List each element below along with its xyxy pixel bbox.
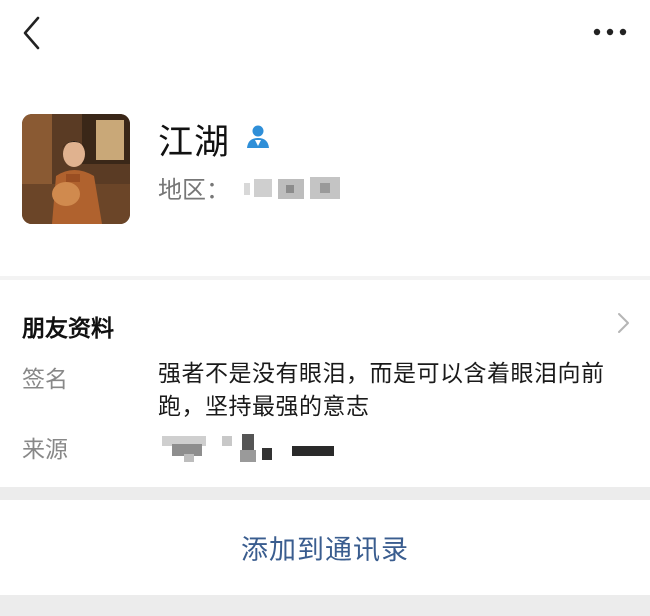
profile-card: 江湖 地区： (0, 100, 650, 250)
bottom-band (0, 595, 650, 616)
chevron-right-icon (618, 313, 629, 333)
signature-label: 签名 (22, 367, 68, 393)
avatar[interactable] (22, 114, 130, 224)
section-divider (0, 276, 650, 280)
source-label: 来源 (22, 437, 68, 463)
region-row: 地区： (158, 170, 350, 205)
region-value-redacted (240, 175, 350, 201)
chevron-left-icon (23, 16, 40, 50)
region-label: 地区： (158, 176, 230, 204)
add-to-contacts-button[interactable]: 添加到通讯录 (0, 500, 650, 595)
more-button[interactable] (592, 18, 628, 46)
back-button[interactable] (16, 14, 50, 52)
profile-name: 江湖 (158, 123, 231, 163)
add-to-contacts-label: 添加到通讯录 (241, 535, 409, 566)
signature-text: 强者不是没有眼泪，而是可以含着眼泪向前跑，坚持最强的意志 (158, 361, 605, 420)
nav-bar (0, 0, 650, 70)
source-value-redacted (162, 430, 342, 464)
more-dots-icon (593, 28, 627, 36)
action-separator (0, 487, 650, 500)
friend-info-title: 朋友资料 (22, 316, 114, 342)
contact-person-icon (244, 122, 272, 150)
avatar-photo (22, 114, 130, 224)
friend-info-header[interactable]: 朋友资料 (22, 305, 632, 342)
